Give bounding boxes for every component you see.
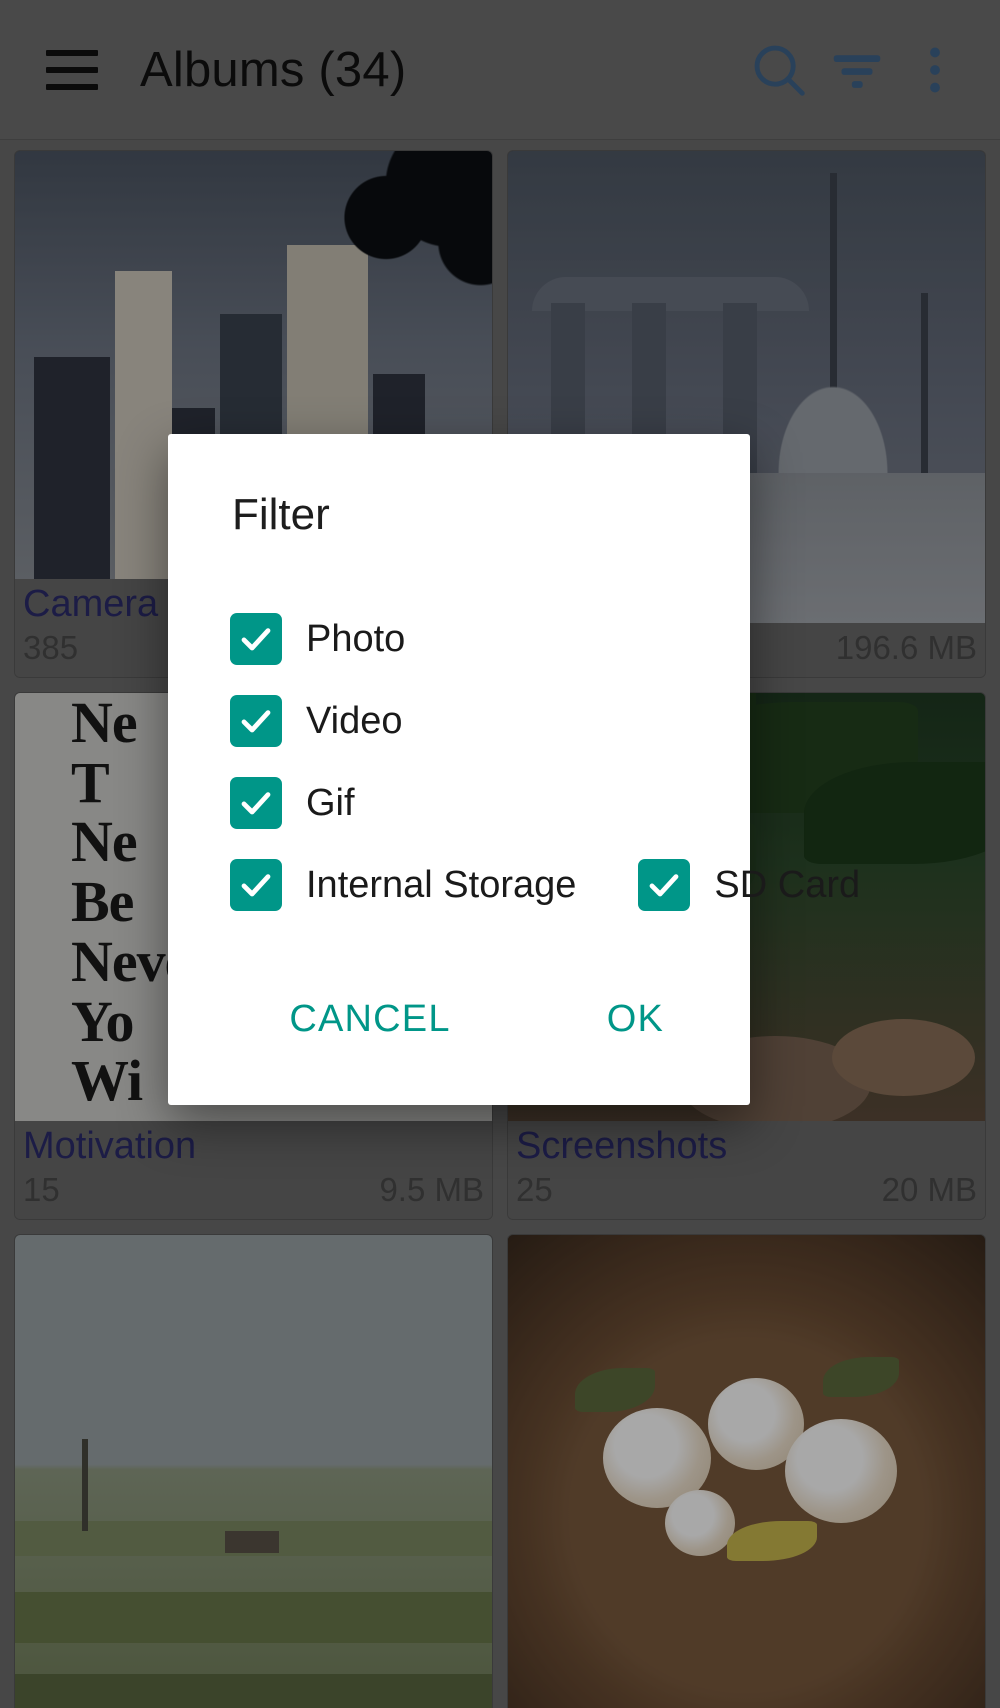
ok-button[interactable]: OK — [583, 988, 688, 1051]
checkbox-checked-icon[interactable] — [230, 613, 282, 665]
dialog-actions: CANCEL OK — [168, 926, 750, 1105]
dialog-title: Filter — [232, 490, 330, 539]
filter-option-label: SD Card — [714, 863, 861, 906]
filter-option-label: Photo — [306, 617, 406, 660]
filter-option-storage-row: Internal Storage SD Card — [168, 844, 860, 926]
screen-root: Albums (34) Camera 385 196.6 MB Ne T Ne … — [0, 0, 1000, 1708]
checkbox-checked-icon[interactable] — [230, 777, 282, 829]
filter-dialog: Filter Photo Video Gif Internal Storage … — [168, 434, 860, 1105]
filter-option-photo[interactable]: Photo — [168, 598, 750, 680]
filter-option-label: Video — [306, 699, 403, 742]
dialog-options: Photo Video Gif Internal Storage SD Card — [168, 540, 860, 926]
checkbox-checked-icon[interactable] — [638, 859, 691, 911]
filter-option-video[interactable]: Video — [168, 680, 750, 762]
filter-option-label: Gif — [306, 781, 355, 824]
filter-option-sdcard[interactable]: SD Card — [638, 859, 860, 911]
filter-option-label: Internal Storage — [306, 863, 577, 906]
checkbox-checked-icon[interactable] — [230, 859, 282, 911]
filter-option-gif[interactable]: Gif — [168, 762, 750, 844]
checkbox-checked-icon[interactable] — [230, 695, 282, 747]
cancel-button[interactable]: CANCEL — [265, 988, 474, 1051]
